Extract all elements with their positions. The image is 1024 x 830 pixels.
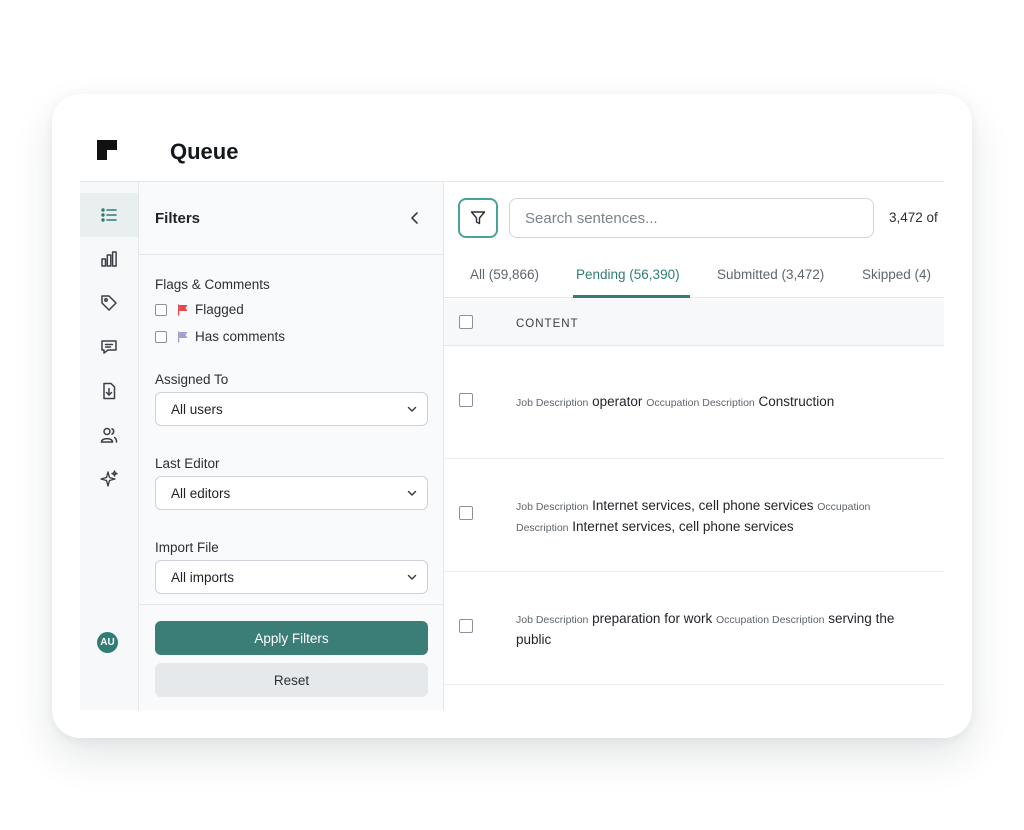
queue-main: Search sentences... 3,472 of All (59,866…	[444, 182, 944, 710]
chevron-left-icon	[411, 212, 418, 224]
job-description-value: Internet services, cell phone services	[592, 498, 814, 513]
collapse-filters-button[interactable]	[405, 208, 425, 228]
chevron-down-icon	[407, 574, 417, 580]
last-editor-select[interactable]: All editors	[155, 476, 428, 510]
occupation-description-value: Internet services, cell phone services	[572, 519, 794, 534]
tab-all[interactable]: All (59,866)	[470, 267, 539, 282]
filters-header: Filters	[139, 182, 443, 255]
job-description-value: preparation for work	[592, 611, 713, 626]
comments-checkbox[interactable]	[155, 330, 167, 343]
assigned-to-select[interactable]: All users	[155, 392, 428, 426]
import-file-select[interactable]: All imports	[155, 560, 428, 594]
row-checkbox[interactable]	[459, 393, 473, 407]
comment-icon	[101, 340, 117, 354]
sparkles-icon	[100, 470, 118, 487]
row-content: Job Description Internet services, cell …	[516, 496, 911, 538]
job-description-label: Job Description	[516, 614, 589, 626]
row-content: Job Description operator Occupation Desc…	[516, 392, 911, 413]
user-avatar[interactable]: AU	[97, 632, 118, 653]
occupation-description-label: Occupation Description	[646, 397, 755, 409]
app-window: AU Queue Filters Flags & Comments Flagge…	[80, 120, 944, 710]
tab-skipped[interactable]: Skipped (4)	[862, 267, 931, 282]
nav-comments[interactable]	[80, 325, 138, 369]
chevron-down-icon	[407, 490, 417, 496]
page-title: Queue	[170, 139, 239, 164]
comments-label: Has comments	[195, 329, 286, 344]
comments-filter[interactable]: Has comments	[155, 329, 285, 344]
filters-title: Filters	[155, 210, 201, 227]
nav-analytics[interactable]	[80, 237, 138, 281]
job-description-label: Job Description	[516, 397, 589, 409]
row-content: Job Description preparation for work Occ…	[516, 609, 911, 649]
red-flag-icon	[178, 304, 188, 315]
tab-submitted[interactable]: Submitted (3,472)	[717, 267, 824, 282]
flagged-filter[interactable]: Flagged	[155, 302, 244, 317]
tag-icon	[101, 295, 117, 311]
table-row[interactable]: Job Description Internet services, cell …	[444, 459, 944, 572]
apply-filters-button[interactable]: Apply Filters	[155, 621, 428, 655]
download-icon	[103, 382, 116, 400]
occupation-description-value: Construction	[758, 394, 835, 409]
tab-pending[interactable]: Pending (56,390)	[576, 267, 680, 282]
list-icon	[101, 208, 117, 222]
select-all-checkbox[interactable]	[459, 315, 473, 329]
column-content: CONTENT	[516, 318, 579, 330]
import-file-label: Import File	[155, 540, 219, 555]
chevron-down-icon	[407, 406, 417, 412]
flagged-checkbox[interactable]	[155, 303, 167, 316]
nav-queue[interactable]	[80, 193, 138, 237]
users-icon	[100, 427, 118, 443]
job-description-label: Job Description	[516, 501, 589, 513]
nav-import[interactable]	[80, 369, 138, 413]
table-header: CONTENT	[444, 299, 944, 346]
search-input[interactable]: Search sentences...	[509, 198, 874, 238]
purple-flag-icon	[178, 331, 188, 342]
table-row[interactable]: Job Description preparation for work Occ…	[444, 572, 944, 685]
last-editor-label: Last Editor	[155, 456, 220, 471]
brand-logo-icon[interactable]	[97, 140, 117, 160]
app-card: AU Queue Filters Flags & Comments Flagge…	[52, 94, 972, 738]
reset-button[interactable]: Reset	[155, 663, 428, 697]
last-editor-value: All editors	[171, 485, 231, 501]
nav-tags[interactable]	[80, 281, 138, 325]
status-tabs: All (59,866) Pending (56,390) Submitted …	[444, 255, 944, 298]
search-placeholder: Search sentences...	[525, 209, 658, 227]
filter-toggle-button[interactable]	[458, 198, 498, 238]
filters-footer: Apply Filters Reset	[139, 604, 443, 710]
filter-icon	[470, 211, 486, 225]
import-file-value: All imports	[171, 569, 235, 585]
row-checkbox[interactable]	[459, 506, 473, 520]
bar-chart-icon	[101, 251, 117, 267]
active-tab-indicator	[573, 295, 690, 298]
filters-panel: Filters Flags & Comments Flagged Has com…	[139, 182, 444, 710]
nav-ai[interactable]	[80, 457, 138, 501]
job-description-value: operator	[592, 394, 643, 409]
left-rail: AU	[80, 120, 139, 710]
assigned-to-value: All users	[171, 401, 223, 417]
table-row[interactable]: Job Description operator Occupation Desc…	[444, 346, 944, 459]
rail-logo-area	[80, 120, 139, 182]
assigned-to-label: Assigned To	[155, 372, 229, 387]
occupation-description-label: Occupation Description	[715, 614, 825, 626]
row-checkbox[interactable]	[459, 619, 473, 633]
flags-section-label: Flags & Comments	[155, 277, 270, 292]
nav-users[interactable]	[80, 413, 138, 457]
page-header: Queue	[139, 120, 944, 182]
flagged-label: Flagged	[195, 302, 244, 317]
result-count: 3,472 of	[889, 210, 938, 225]
